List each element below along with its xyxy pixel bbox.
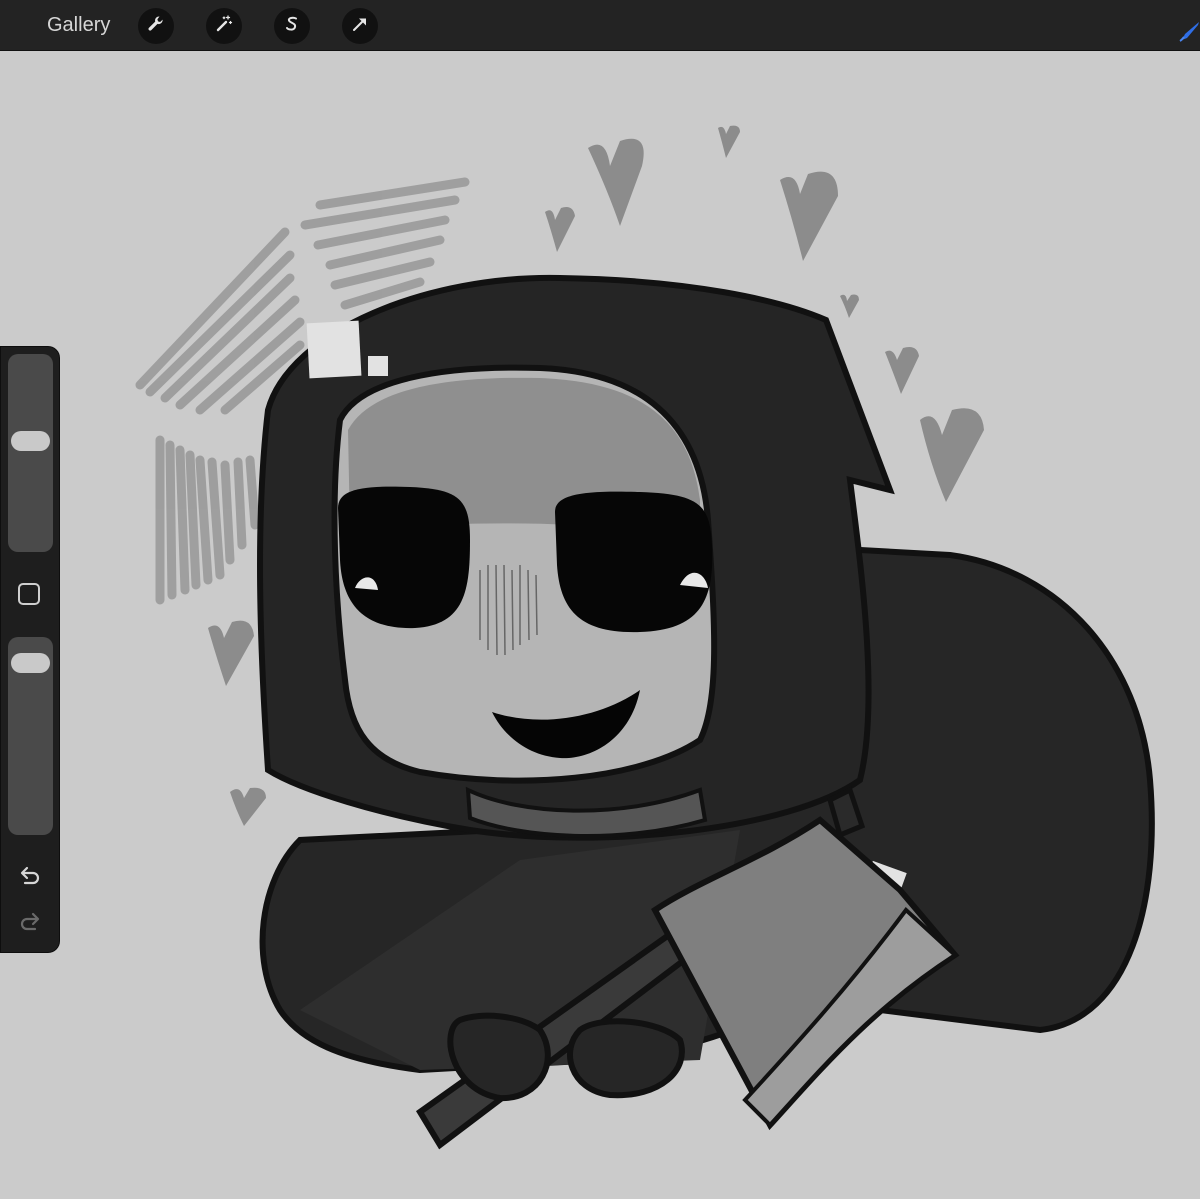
wrench-icon xyxy=(146,14,166,39)
arrow-transform-icon xyxy=(350,14,370,39)
sparkle-large xyxy=(306,320,362,379)
modify-button[interactable] xyxy=(18,583,40,605)
adjustments-button[interactable] xyxy=(206,8,242,44)
redo-icon[interactable] xyxy=(17,909,43,935)
right-hand xyxy=(567,1018,685,1099)
undo-icon[interactable] xyxy=(17,863,43,889)
sparkle-small xyxy=(368,356,388,376)
right-eye xyxy=(555,491,713,633)
selection-s-icon xyxy=(282,14,302,39)
magic-wand-icon xyxy=(214,14,234,39)
brush-size-thumb[interactable] xyxy=(11,431,50,452)
opacity-thumb[interactable] xyxy=(11,652,50,673)
brush-icon[interactable] xyxy=(1178,20,1200,42)
selection-button[interactable] xyxy=(274,8,310,44)
left-eye xyxy=(338,486,470,629)
transform-button[interactable] xyxy=(342,8,378,44)
brush-size-slider[interactable] xyxy=(8,354,53,552)
gallery-button[interactable]: Gallery xyxy=(47,13,110,37)
top-toolbar: Gallery xyxy=(0,0,1200,51)
drawing-canvas[interactable] xyxy=(0,51,1200,1199)
actions-button[interactable] xyxy=(138,8,174,44)
brush-sidebar xyxy=(0,346,60,953)
opacity-slider[interactable] xyxy=(8,637,53,835)
